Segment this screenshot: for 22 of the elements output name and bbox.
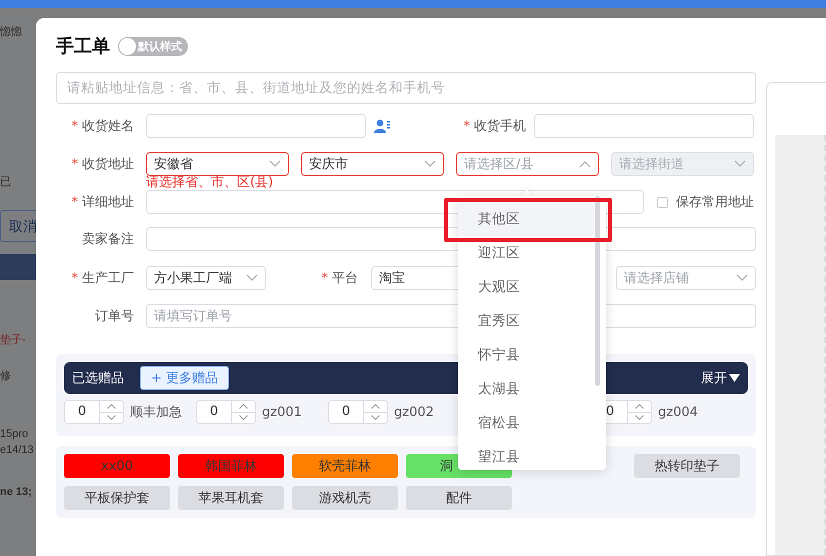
field-label: * 收货地址: [70, 156, 134, 173]
dialog-title: 手工单: [56, 35, 110, 58]
gift-name: gz002: [394, 404, 434, 420]
field-label: * 详细地址: [70, 194, 134, 211]
checkbox-label: 保存常用地址: [676, 194, 754, 211]
gift-name: gz004: [658, 404, 698, 420]
page-text: 已: [0, 175, 12, 190]
field-label: * 平台: [320, 270, 358, 287]
page-text: e14/13: [0, 443, 35, 458]
page-text: 15pro: [0, 427, 30, 442]
gift-name: 顺丰加急: [130, 404, 182, 421]
field-label: * 生产工厂: [70, 270, 134, 287]
page-text: 修: [0, 369, 12, 384]
field-label: 订单号: [94, 308, 134, 325]
gift-name: gz001: [262, 404, 302, 420]
field-label: * 收货手机: [462, 118, 526, 135]
field-label: * 收货姓名: [70, 118, 134, 135]
gift-title: 已选赠品: [72, 370, 124, 387]
page-text: 惚惚: [0, 25, 23, 40]
error-message: 请选择省、市、区(县): [146, 176, 274, 190]
field-label: 卖家备注: [81, 231, 134, 248]
page-text: ne 13;: [0, 485, 33, 500]
